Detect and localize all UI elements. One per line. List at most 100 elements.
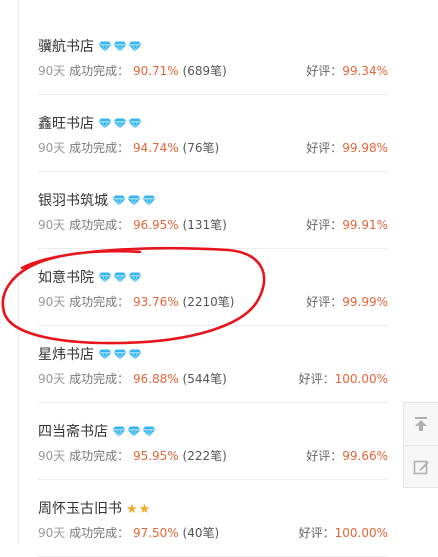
store-name-link[interactable]: 如意书院 <box>38 270 94 286</box>
success-label: 成功完成： <box>69 218 130 232</box>
success-label: 成功完成： <box>69 295 130 309</box>
success-rate: 96.95% <box>132 218 179 232</box>
store-name-link[interactable]: 周怀玉古旧书 <box>38 501 122 517</box>
rating-badges <box>98 270 143 286</box>
review-rating: 好评：99.34% <box>306 62 388 79</box>
diamond-icon <box>128 118 142 129</box>
store-stats: 90天 成功完成： 96.88% (544笔) 好评：100.00% <box>38 370 388 387</box>
feedback-button[interactable] <box>404 445 438 488</box>
store-item[interactable]: 四当斋书店 90天 成功完成： 95.95% (222笔) 好评：99.66% <box>38 403 388 480</box>
review-label: 好评： <box>306 64 343 78</box>
order-count: (2210笔) <box>182 295 235 309</box>
period-label: 90天 <box>38 372 66 386</box>
success-rate: 93.76% <box>132 295 179 309</box>
diamond-icon <box>128 41 142 52</box>
order-count: (40笔) <box>182 526 220 540</box>
left-divider <box>18 0 19 544</box>
review-label: 好评： <box>306 295 343 309</box>
store-item[interactable]: 骥航书店 90天 成功完成： 90.71% (689笔) 好评：99.34% <box>38 0 388 95</box>
store-stats: 90天 成功完成： 94.74% (76笔) 好评：99.98% <box>38 139 388 156</box>
diamond-icon <box>113 272 127 283</box>
store-name-line: 鑫旺书店 <box>38 113 143 133</box>
review-rate: 99.66% <box>342 449 388 463</box>
store-item[interactable]: 如意书院 90天 成功完成： 93.76% (2210笔) 好评：99.99% <box>38 249 388 326</box>
review-label: 好评： <box>306 449 343 463</box>
success-label: 成功完成： <box>69 141 130 155</box>
order-count: (76笔) <box>182 141 220 155</box>
store-item[interactable]: 周怀玉古旧书 ★★ 90天 成功完成： 97.50% (40笔) 好评：100.00% <box>38 480 388 557</box>
store-name-line: 星炜书店 <box>38 344 143 364</box>
review-label: 好评： <box>298 526 335 540</box>
review-rating: 好评：99.98% <box>306 139 388 156</box>
diamond-icon <box>142 195 156 206</box>
store-item[interactable]: 星炜书店 90天 成功完成： 96.88% (544笔) 好评：100.00% <box>38 326 388 403</box>
rating-badges <box>98 116 143 132</box>
diamond-icon <box>142 426 156 437</box>
back-to-top-icon <box>415 417 427 431</box>
rating-badges: ★★ <box>126 501 151 517</box>
diamond-icon <box>113 41 127 52</box>
store-name-link[interactable]: 鑫旺书店 <box>38 116 94 132</box>
store-stats: 90天 成功完成： 93.76% (2210笔) 好评：99.99% <box>38 293 388 310</box>
review-rating: 好评：99.99% <box>306 293 388 310</box>
review-rate: 100.00% <box>334 372 388 386</box>
review-label: 好评： <box>306 218 343 232</box>
store-stats: 90天 成功完成： 96.95% (131笔) 好评：99.91% <box>38 216 388 233</box>
review-rate: 99.91% <box>342 218 388 232</box>
period-label: 90天 <box>38 295 66 309</box>
store-name-link[interactable]: 银羽书筑城 <box>38 193 108 209</box>
diamond-icon <box>98 41 112 52</box>
review-rating: 好评：99.66% <box>306 447 388 464</box>
back-to-top-button[interactable] <box>404 403 438 445</box>
rating-badges <box>112 424 157 440</box>
success-label: 成功完成： <box>69 449 130 463</box>
rating-badges <box>98 347 143 363</box>
store-name-line: 周怀玉古旧书 ★★ <box>38 498 151 518</box>
order-count: (222笔) <box>182 449 227 463</box>
period-label: 90天 <box>38 64 66 78</box>
diamond-icon <box>112 195 126 206</box>
diamond-icon <box>128 272 142 283</box>
store-name-line: 骥航书店 <box>38 36 143 56</box>
diamond-icon <box>127 195 141 206</box>
success-label: 成功完成： <box>69 372 130 386</box>
order-count: (544笔) <box>182 372 227 386</box>
period-label: 90天 <box>38 218 66 232</box>
star-icon: ★ <box>126 502 138 517</box>
review-rate: 100.00% <box>334 526 388 540</box>
store-name-line: 如意书院 <box>38 267 143 287</box>
review-rating: 好评：100.00% <box>299 370 388 387</box>
review-rating: 好评：100.00% <box>299 524 388 541</box>
period-label: 90天 <box>38 449 66 463</box>
review-rating: 好评：99.91% <box>306 216 388 233</box>
order-count: (689笔) <box>182 64 227 78</box>
success-rate: 90.71% <box>132 64 179 78</box>
success-rate: 97.50% <box>132 526 179 540</box>
diamond-icon <box>98 349 112 360</box>
success-label: 成功完成： <box>69 526 130 540</box>
diamond-icon <box>128 349 142 360</box>
diamond-icon <box>113 118 127 129</box>
star-icon: ★ <box>138 502 151 517</box>
store-name-link[interactable]: 星炜书店 <box>38 347 94 363</box>
review-rate: 99.98% <box>342 141 388 155</box>
success-rate: 94.74% <box>132 141 179 155</box>
success-label: 成功完成： <box>69 64 130 78</box>
review-label: 好评： <box>306 141 343 155</box>
store-name-line: 四当斋书店 <box>38 421 157 441</box>
diamond-icon <box>113 349 127 360</box>
store-name-link[interactable]: 骥航书店 <box>38 39 94 55</box>
period-label: 90天 <box>38 141 66 155</box>
diamond-icon <box>98 118 112 129</box>
store-name-line: 银羽书筑城 <box>38 190 157 210</box>
order-count: (131笔) <box>182 218 227 232</box>
store-item[interactable]: 银羽书筑城 90天 成功完成： 96.95% (131笔) 好评：99.91% <box>38 172 388 249</box>
rating-badges <box>98 39 143 55</box>
store-name-link[interactable]: 四当斋书店 <box>38 424 108 440</box>
diamond-icon <box>112 426 126 437</box>
side-toolbar <box>403 402 438 488</box>
store-list: 骥航书店 90天 成功完成： 90.71% (689笔) 好评：99.34% 鑫旺书店… <box>38 0 388 557</box>
store-stats: 90天 成功完成： 97.50% (40笔) 好评：100.00% <box>38 524 388 541</box>
store-item[interactable]: 鑫旺书店 90天 成功完成： 94.74% (76笔) 好评：99.98% <box>38 95 388 172</box>
diamond-icon <box>127 426 141 437</box>
